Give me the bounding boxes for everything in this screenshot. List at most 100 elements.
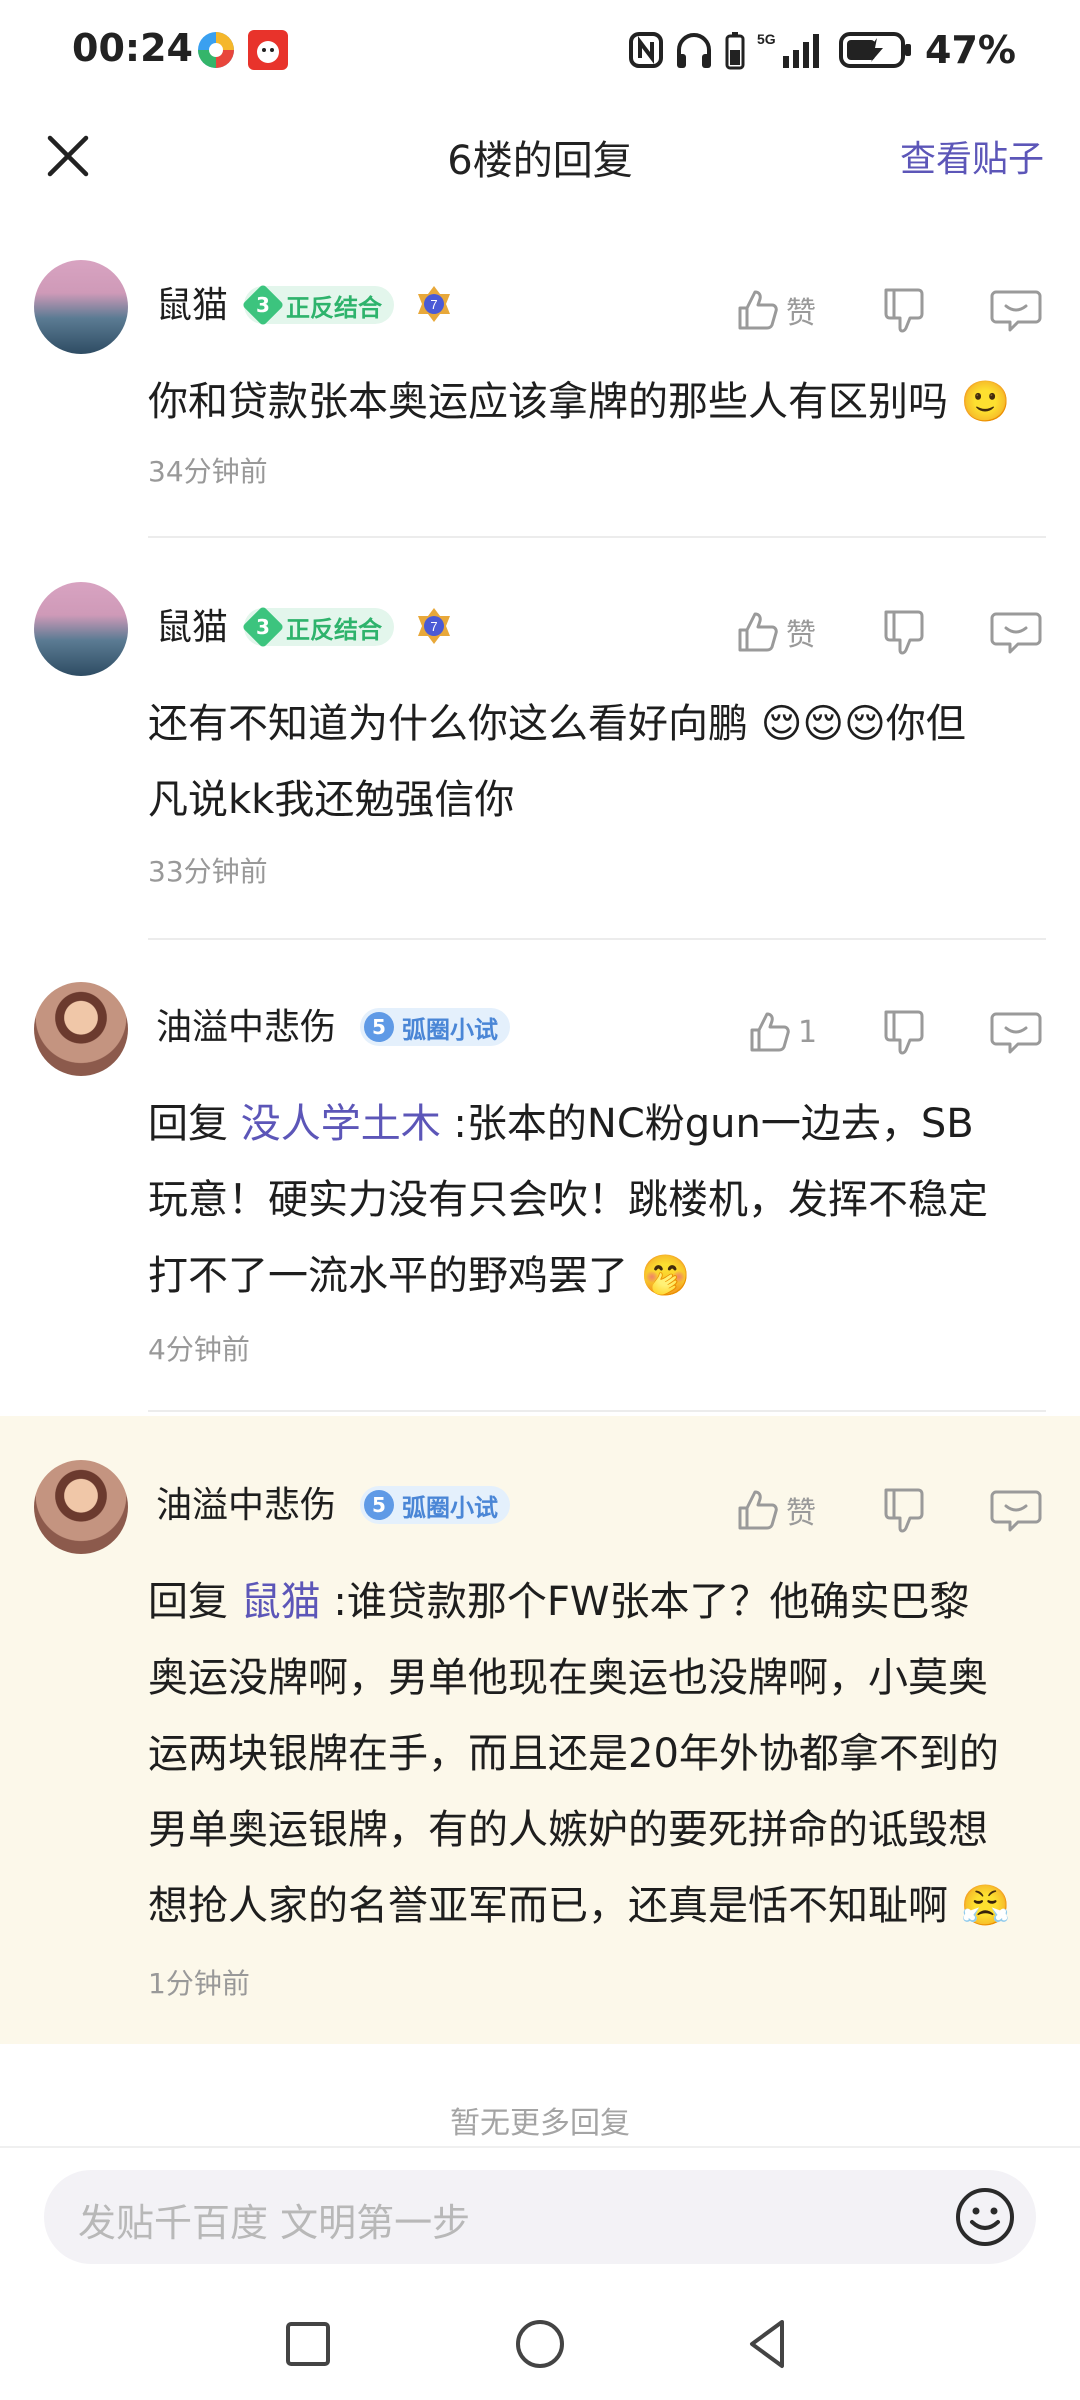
status-time: 00:24 [72,26,193,70]
reply-content: 回复 没人学土木 :张本的NC粉gun一边去，SB 玩意！硬实力没有只会吹！跳楼… [148,1101,988,1299]
thumbs-up-icon [750,1012,790,1052]
home-button[interactable] [510,2314,570,2374]
header: 6楼的回复 查看贴子 [0,100,1080,210]
level-number: 3 [256,292,270,317]
square-icon [286,2322,330,2366]
medal-icon[interactable]: 7 [414,284,454,324]
battery-percent: 47% [925,28,1016,72]
comment-placeholder: 发贴千百度 文明第一步 [78,2201,471,2245]
avatar[interactable] [34,1460,128,1554]
mention-link[interactable]: 鼠猫 [241,1579,321,1625]
view-post-link[interactable]: 查看贴子 [900,130,1044,182]
level-number: 3 [256,614,270,639]
level-title: 正反结合 [286,615,382,644]
circle-icon [516,2320,564,2368]
thumbs-up-icon [738,612,778,652]
thumbs-down-icon [884,610,924,655]
like-label: 赞 [786,296,816,331]
comment-icon [990,1490,1042,1532]
level-badge[interactable]: 5 弧圈小试 [360,1486,510,1524]
level-badge[interactable]: 3 正反结合 [241,283,394,327]
mention-link[interactable]: 没人学土木 [241,1101,441,1147]
reply-time: 4分钟前 [148,1333,250,1366]
signal-icon: 5G [757,31,820,68]
like-button[interactable]: 赞 [736,280,816,340]
action-bar: 赞 [736,1480,1080,1540]
level-badge[interactable]: 5 弧圈小试 [360,1008,510,1046]
divider [0,2146,1080,2148]
app-notification-icon [196,30,236,70]
thumbs-down-icon [884,288,924,333]
dislike-button[interactable] [874,1002,934,1062]
recent-apps-button[interactable] [278,2314,338,2374]
thumbs-down-icon [884,1488,924,1533]
headphones-icon [677,33,712,68]
nfc-icon [629,32,664,68]
level-title: 正反结合 [286,293,382,322]
dislike-button[interactable] [874,280,934,340]
reply-item-highlighted: 油溢中悲伤 5 弧圈小试 赞 回复 鼠猫 :谁贷款那个FW张本了？他确实巴黎 奥… [0,1416,1080,2044]
battery-icon [839,32,912,68]
reply-button[interactable] [986,280,1046,340]
reply-item: 鼠猫 3 正反结合 7 赞 你和贷款张本奥运应该拿牌的那些人有区别吗 🙂 34分… [0,250,1080,540]
avatar[interactable] [34,260,128,354]
like-label: 赞 [786,618,816,653]
reply-content: 还有不知道为什么你这么看好向鹏 😌😌😌你但 凡说kk我还勉强信你 [148,701,966,823]
comment-input[interactable]: 发贴千百度 文明第一步 [44,2170,1036,2264]
network-type: 5G [757,31,776,47]
username[interactable]: 鼠猫 [156,276,228,328]
battery-small-icon [725,32,745,70]
level-title: 弧圈小试 [402,1015,498,1044]
comment-icon [990,612,1042,654]
comment-icon [990,290,1042,332]
svg-text:7: 7 [430,297,437,312]
divider [148,536,1046,538]
username[interactable]: 油溢中悲伤 [156,1476,336,1528]
action-bar: 赞 [736,280,1080,340]
triangle-back-icon [750,2320,784,2368]
svg-text:7: 7 [430,619,437,634]
reply-time: 1分钟前 [148,1967,250,2000]
status-icons: 5G 47% [629,24,1016,76]
divider [148,938,1046,940]
system-nav-bar [0,2290,1080,2400]
like-label: 赞 [786,1496,816,1531]
back-button[interactable] [738,2314,798,2374]
like-count: 1 [798,1014,818,1050]
status-bar: 00:24 5G 47% [0,0,1080,100]
reply-content: 回复 鼠猫 :谁贷款那个FW张本了？他确实巴黎 奥运没牌啊，男单他现在奥运也没牌… [148,1579,1011,1929]
medal-icon[interactable]: 7 [414,606,454,646]
dislike-button[interactable] [874,1480,934,1540]
action-bar: 赞 [736,602,1080,662]
thumbs-up-icon [738,290,778,330]
reply-button[interactable] [986,602,1046,662]
reply-item: 鼠猫 3 正反结合 7 赞 还有不知道为什么你这么看好向鹏 😌😌😌你但 凡说kk… [0,572,1080,942]
reply-button[interactable] [986,1002,1046,1062]
emoji-button[interactable] [954,2186,1016,2248]
dislike-button[interactable] [874,602,934,662]
reply-button[interactable] [986,1480,1046,1540]
thumbs-down-icon [884,1010,924,1055]
emoji-icon [956,2188,1014,2246]
like-button[interactable]: 赞 [736,602,816,662]
thumbs-up-icon [738,1490,778,1530]
level-title: 弧圈小试 [402,1493,498,1522]
username[interactable]: 油溢中悲伤 [156,998,336,1050]
reply-time: 33分钟前 [148,855,268,888]
level-number: 5 [372,1015,386,1039]
level-badge[interactable]: 3 正反结合 [241,605,394,649]
reply-content: 你和贷款张本奥运应该拿牌的那些人有区别吗 🙂 [148,379,1011,425]
avatar[interactable] [34,582,128,676]
no-more-replies: 暂无更多回复 [450,2106,630,2141]
avatar[interactable] [34,982,128,1076]
username[interactable]: 鼠猫 [156,598,228,650]
reply-item: 油溢中悲伤 5 弧圈小试 1 回复 没人学土木 :张本的NC粉gun一边去，SB… [0,972,1080,1412]
like-button[interactable]: 1 [748,1002,817,1062]
level-number: 5 [372,1493,386,1517]
reply-time: 34分钟前 [148,455,268,488]
divider [148,1410,1046,1412]
app-notification-icon [248,30,288,70]
comment-icon [990,1012,1042,1054]
action-bar: 1 [748,1002,1080,1062]
like-button[interactable]: 赞 [736,1480,816,1540]
